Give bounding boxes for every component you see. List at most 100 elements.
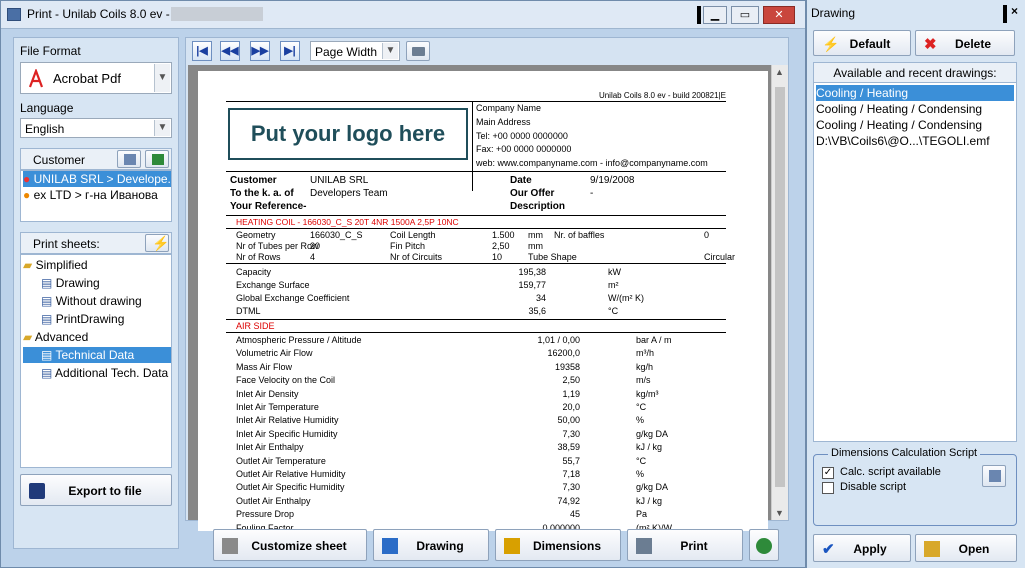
performance-value: 35,6 — [528, 306, 546, 316]
file-format-select[interactable]: Acrobat Pdf ▼ — [20, 62, 172, 94]
air-value: 55,7 — [562, 455, 580, 466]
dimensions-button[interactable]: Dimensions — [495, 529, 621, 561]
list-item[interactable]: Cooling / Heating / Condensing — [816, 101, 982, 117]
air-label: Mass Air Flow — [236, 361, 293, 372]
list-item[interactable]: ● ex LTD > г-на Иванова — [23, 187, 158, 203]
geometry-cell: 0 — [704, 230, 710, 240]
geometry-cell: mm — [528, 241, 543, 251]
previous-page-button[interactable]: ◀◀ — [220, 41, 240, 61]
contact-card-icon — [152, 154, 164, 165]
last-page-icon: ▶| — [284, 45, 296, 57]
build-info: Unilab Coils 8.0 ev - build 200821|E — [598, 91, 726, 100]
offer-label: Our Offer — [510, 188, 555, 199]
chevron-down-icon[interactable]: ▼ — [154, 64, 170, 92]
air-value: 20,0 — [562, 402, 580, 412]
print-button[interactable]: Print — [627, 529, 743, 561]
scroll-up-icon[interactable]: ▲ — [775, 67, 784, 77]
vertical-scrollbar[interactable]: ▲ ▼ — [771, 65, 788, 520]
last-page-button[interactable]: ▶| — [280, 41, 300, 61]
file-format-label: File Format — [20, 44, 81, 58]
air-unit: % — [636, 469, 645, 479]
company-tel: Tel: +00 0000 0000000 — [476, 131, 568, 141]
air-label: Pressure Drop — [236, 509, 295, 520]
performance-label: Exchange Surface — [236, 280, 310, 290]
air-unit: kJ / kg — [636, 495, 663, 506]
offer-value: - — [590, 188, 594, 199]
air-value: 7,30 — [562, 482, 580, 493]
list-item[interactable]: Cooling / Heating / Condensing — [816, 117, 982, 133]
air-label: Inlet Air Enthalpy — [236, 442, 304, 453]
document-icon: ▤ — [41, 348, 53, 362]
window-title: Print - Unilab Coils 8.0 ev - — [27, 7, 170, 21]
language-label: Language — [20, 101, 74, 115]
export-to-file-button[interactable]: Export to file — [20, 474, 172, 506]
air-label: Inlet Air Relative Humidity — [236, 415, 339, 426]
air-label: Outlet Air Enthalpy — [236, 495, 311, 506]
geometry-cell: 1.500 — [492, 230, 515, 240]
customer-value: UNILAB SRL — [310, 175, 369, 186]
close-panel-button[interactable]: × — [1011, 4, 1018, 18]
tree-item-drawing[interactable]: ▤ Drawing — [41, 275, 100, 291]
script-group-label: Dimensions Calculation Script — [828, 447, 981, 459]
minimize-button[interactable]: ▁ — [703, 6, 727, 24]
tree-item-without-drawing[interactable]: ▤ Without drawing — [41, 293, 142, 309]
apply-button[interactable]: ✔ Apply — [813, 534, 911, 562]
chevron-down-icon[interactable]: ▼ — [382, 43, 398, 59]
edit-customer-button[interactable] — [117, 150, 141, 168]
disable-script-checkbox[interactable] — [822, 482, 834, 494]
air-unit: g/kg DA — [636, 428, 669, 439]
air-value: 45 — [569, 509, 580, 520]
print-preview-button[interactable] — [406, 41, 430, 61]
tree-item-additional-tech-data[interactable]: ▤ Additional Tech. Data — [41, 365, 168, 381]
calc-script-checkbox[interactable]: ✓ — [822, 467, 834, 479]
close-button[interactable]: ✕ — [763, 6, 795, 24]
maximize-button[interactable]: ▭ — [731, 6, 759, 24]
customer-card-button[interactable] — [145, 150, 169, 168]
air-label: Outlet Air Temperature — [236, 455, 326, 466]
air-label: Inlet Air Specific Humidity — [236, 428, 338, 439]
next-page-button[interactable]: ▶▶ — [250, 41, 270, 61]
redacted-title-part — [171, 7, 263, 21]
performance-label: DTML — [236, 306, 261, 316]
tree-item-technical-data[interactable]: ▤ Technical Data — [23, 347, 171, 363]
air-label: Volumetric Air Flow — [236, 348, 313, 359]
tree-folder-simplified[interactable]: ▰ Simplified — [23, 257, 88, 273]
open-button[interactable]: Open — [915, 534, 1017, 562]
language-select[interactable]: English ▼ — [20, 118, 172, 138]
tree-folder-advanced[interactable]: ▰ Advanced — [23, 329, 88, 345]
list-item[interactable]: Cooling / Heating — [816, 85, 1014, 101]
edit-script-button[interactable] — [982, 465, 1006, 487]
scroll-down-icon[interactable]: ▼ — [775, 508, 784, 518]
document-page: Unilab Coils 8.0 ev - build 200821|E Put… — [198, 71, 768, 531]
tree-item-print-drawing[interactable]: ▤ PrintDrawing — [41, 311, 124, 327]
list-item[interactable]: ● UNILAB SRL > Develope... — [23, 171, 171, 187]
preview-toolbar: |◀ ◀◀ ▶▶ ▶| Page Width ▼ — [186, 38, 788, 63]
chevron-down-icon[interactable]: ▼ — [154, 120, 170, 136]
document-viewer[interactable]: Unilab Coils 8.0 ev - build 200821|E Put… — [188, 65, 788, 531]
air-side-title: AIR SIDE — [236, 321, 275, 331]
customize-sheet-button[interactable]: Customize sheet — [213, 529, 367, 561]
air-label: Outlet Air Specific Humidity — [236, 482, 345, 493]
refresh-sheets-button[interactable]: ⚡ — [145, 234, 169, 252]
tree-label: Additional Tech. Data — [55, 366, 169, 380]
zoom-select[interactable]: Page Width ▼ — [310, 41, 400, 61]
performance-unit: m² — [608, 280, 619, 290]
disable-script-label: Disable script — [840, 481, 907, 493]
air-unit: % — [636, 415, 645, 426]
air-value: 38,59 — [557, 442, 580, 453]
drawing-button[interactable]: Drawing — [373, 529, 489, 561]
drawing-panel-title: Drawing — [811, 6, 856, 20]
first-page-button[interactable]: |◀ — [192, 41, 212, 61]
language-value: English — [25, 122, 65, 136]
edit-icon — [124, 154, 136, 165]
list-item[interactable]: D:\VB\Coils6\@O...\TEGOLI.emf — [816, 133, 990, 149]
dimensions-label: Dimensions — [532, 539, 601, 553]
delete-button[interactable]: ✖ Delete — [915, 30, 1015, 56]
default-button[interactable]: ⚡ Default — [813, 30, 911, 56]
air-label: Outlet Air Relative Humidity — [236, 469, 346, 479]
customer-name: ex LTD > г-на Иванова — [33, 188, 158, 202]
next-button[interactable] — [749, 529, 779, 561]
air-value: 2,50 — [562, 375, 580, 386]
air-unit: kJ / kg — [636, 442, 663, 453]
scroll-thumb[interactable] — [775, 87, 785, 487]
